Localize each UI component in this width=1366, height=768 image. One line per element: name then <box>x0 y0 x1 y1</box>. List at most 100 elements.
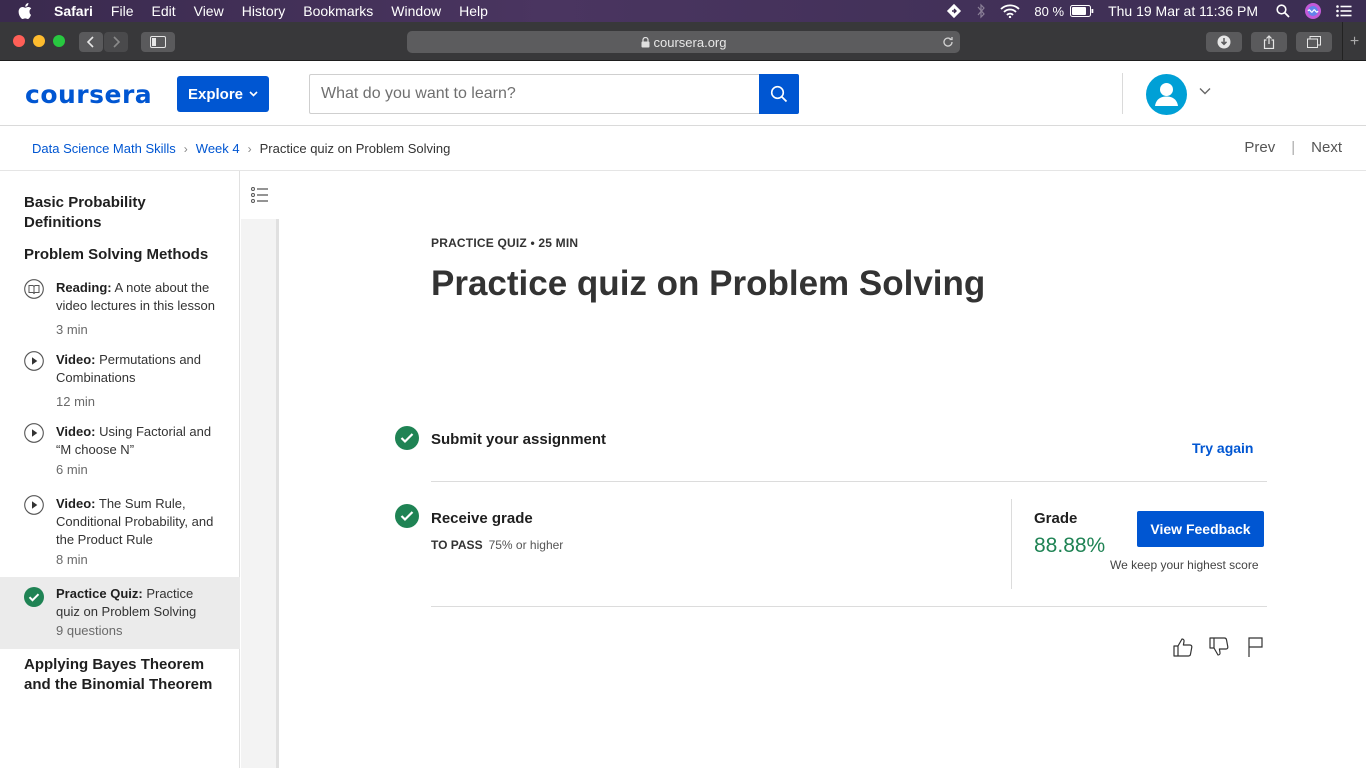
explore-label: Explore <box>187 85 244 103</box>
tabs-overview-button[interactable] <box>1296 32 1332 52</box>
outline-toggle-rail <box>241 171 279 768</box>
siri-icon[interactable] <box>1304 2 1322 20</box>
prev-link[interactable]: Prev <box>1244 139 1275 156</box>
zoom-window-button[interactable] <box>53 35 65 47</box>
thumbs-up-icon[interactable] <box>1172 636 1194 658</box>
breadcrumb-week-link[interactable]: Week 4 <box>196 141 240 156</box>
sidebar-toggle-button[interactable] <box>141 32 175 52</box>
view-feedback-button[interactable]: View Feedback <box>1137 511 1264 547</box>
back-button[interactable] <box>79 32 103 52</box>
item-duration: 3 min <box>56 322 88 337</box>
reading-icon <box>24 279 44 299</box>
battery-icon[interactable] <box>1070 5 1094 17</box>
item-type: Video: <box>56 352 96 367</box>
list-icon <box>251 187 268 203</box>
check-icon <box>395 426 419 450</box>
breadcrumb-course-link[interactable]: Data Science Math Skills <box>32 141 176 156</box>
download-icon <box>1217 35 1231 49</box>
flag-icon[interactable] <box>1244 636 1266 658</box>
sidebar-icon <box>150 36 166 48</box>
tabs-icon <box>1307 36 1321 48</box>
spotlight-icon[interactable] <box>1276 4 1290 18</box>
prev-next-divider: | <box>1291 139 1296 156</box>
chevron-down-icon <box>249 91 258 97</box>
search-placeholder: What do you want to learn? <box>321 85 516 102</box>
sidebar-item-video-factorial[interactable]: Video: Using Factorial and “M choose N” … <box>0 419 240 483</box>
chevron-right-icon <box>113 36 121 48</box>
forward-button[interactable] <box>104 32 128 52</box>
check-icon <box>24 587 44 607</box>
to-pass-value: 75% or higher <box>488 538 564 552</box>
chevron-right-icon: › <box>183 141 188 156</box>
item-duration: 12 min <box>56 394 96 409</box>
reactions <box>1172 636 1266 658</box>
play-icon <box>24 351 44 371</box>
try-again-link[interactable]: Try again <box>1192 440 1253 456</box>
clock[interactable]: Thu 19 Mar at 11:36 PM <box>1108 3 1258 19</box>
chevron-right-icon: › <box>247 141 252 156</box>
play-icon <box>24 423 44 443</box>
play-icon <box>24 495 44 515</box>
menu-bookmarks[interactable]: Bookmarks <box>303 3 373 19</box>
share-button[interactable] <box>1251 32 1287 52</box>
menu-edit[interactable]: Edit <box>151 3 175 19</box>
divider <box>431 606 1267 607</box>
grade-divider <box>1011 499 1012 589</box>
new-tab-button[interactable]: + <box>1342 22 1366 61</box>
macos-menu-bar: Safari File Edit View History Bookmarks … <box>0 0 1366 22</box>
item-duration: 8 min <box>56 552 88 567</box>
menu-view[interactable]: View <box>194 3 224 19</box>
receive-grade-label: Receive grade <box>431 510 533 527</box>
page-title: Practice quiz on Problem Solving <box>431 264 986 303</box>
item-type: Video: <box>56 496 96 511</box>
battery-percent: 80 % <box>1034 3 1065 19</box>
course-outline-sidebar: Basic Probability Definitions Problem So… <box>0 171 240 768</box>
chevron-left-icon <box>86 36 94 48</box>
bluetooth-icon[interactable] <box>976 3 986 19</box>
sidebar-section-bayes[interactable]: Applying Bayes Theorem and the Binomial … <box>24 655 224 695</box>
item-type: Reading: <box>56 280 112 295</box>
sidebar-section-problem-solving[interactable]: Problem Solving Methods <box>24 245 224 265</box>
search-button[interactable] <box>759 74 799 114</box>
thumbs-down-icon[interactable] <box>1208 636 1230 658</box>
downloads-button[interactable] <box>1206 32 1242 52</box>
sidebar-item-video-sum-rule[interactable]: Video: The Sum Rule, Conditional Probabi… <box>0 491 240 569</box>
app-status-icon[interactable] <box>946 3 962 19</box>
check-icon <box>395 504 419 528</box>
sidebar-item-video-permutations[interactable]: Video: Permutations and Combinations 12 … <box>0 347 240 411</box>
search-input[interactable]: What do you want to learn? <box>309 74 760 114</box>
item-type: Practice Quiz: <box>56 586 143 601</box>
account-menu-chevron-icon[interactable] <box>1199 87 1211 95</box>
header-divider <box>1122 73 1123 114</box>
explore-button[interactable]: Explore <box>177 76 269 112</box>
menu-history[interactable]: History <box>242 3 286 19</box>
item-type: Video: <box>56 424 96 439</box>
menu-window[interactable]: Window <box>391 3 441 19</box>
item-kicker: PRACTICE QUIZ • 25 MIN <box>431 236 579 250</box>
outline-toggle-button[interactable] <box>241 171 279 219</box>
breadcrumb-current: Practice quiz on Problem Solving <box>259 141 451 156</box>
coursera-logo[interactable]: coursera <box>25 80 152 109</box>
pass-requirement: TO PASS 75% or higher <box>431 538 563 552</box>
notification-center-icon[interactable] <box>1336 5 1352 17</box>
item-duration: 6 min <box>56 462 88 477</box>
sidebar-section-basic-probability[interactable]: Basic Probability Definitions <box>24 193 224 233</box>
next-link[interactable]: Next <box>1311 139 1342 156</box>
sidebar-item-reading[interactable]: Reading: A note about the video lectures… <box>0 275 240 339</box>
apple-icon[interactable] <box>18 2 36 20</box>
menu-file[interactable]: File <box>111 3 134 19</box>
close-window-button[interactable] <box>13 35 25 47</box>
minimize-window-button[interactable] <box>33 35 45 47</box>
address-bar[interactable]: coursera.org <box>407 31 960 53</box>
menu-app-name[interactable]: Safari <box>54 3 93 19</box>
sidebar-item-practice-quiz[interactable]: Practice Quiz: Practice quiz on Problem … <box>0 577 240 649</box>
menu-help[interactable]: Help <box>459 3 488 19</box>
highest-score-note: We keep your highest score <box>1110 558 1259 572</box>
grade-label: Grade <box>1034 510 1078 527</box>
url-text: coursera.org <box>653 34 727 50</box>
avatar[interactable] <box>1146 74 1187 115</box>
wifi-icon[interactable] <box>1000 4 1021 18</box>
reload-icon[interactable] <box>942 36 954 48</box>
item-duration: 9 questions <box>56 623 123 638</box>
submit-assignment-label: Submit your assignment <box>431 431 607 448</box>
